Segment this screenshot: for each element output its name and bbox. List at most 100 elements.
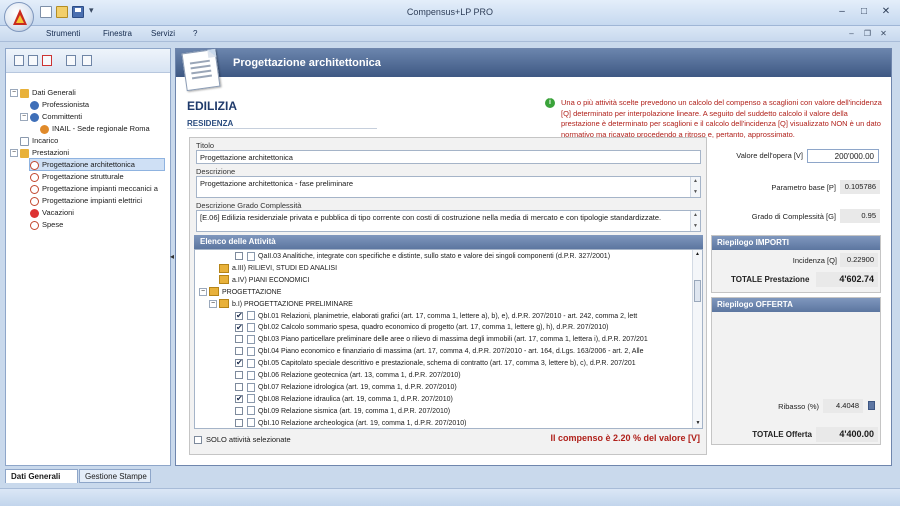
tree-expander-icon[interactable]: − [10, 149, 18, 158]
folder-icon [209, 287, 219, 297]
edit-node-icon[interactable] [28, 55, 38, 66]
window-title: Compensus+LP PRO [406, 7, 494, 17]
activity-row[interactable]: − b.I) PROGETTAZIONE PRELIMINARE [209, 299, 353, 311]
importi-header: Riepilogo IMPORTI [712, 236, 880, 250]
grado-field[interactable]: [E.06] Edilizia residenziale privata e p… [196, 210, 701, 232]
tree-item[interactable]: − Prestazioni [10, 147, 69, 158]
activity-row[interactable]: − PROGETTAZIONE [199, 287, 281, 299]
document-icon [247, 370, 255, 380]
tree-expander-icon[interactable]: − [20, 113, 28, 122]
activity-row[interactable]: QbI.01 Relazioni, planimetrie, elaborati… [235, 310, 637, 323]
activity-label: QbI.07 Relazione idrologica (art. 19, co… [258, 383, 457, 391]
titolo-field[interactable]: Progettazione architettonica [196, 150, 701, 164]
minimize-button[interactable]: – [834, 5, 850, 19]
collapse-all-icon[interactable] [82, 55, 92, 66]
activity-row[interactable]: QbI.09 Relazione sismica (art. 19, comma… [235, 406, 450, 418]
tree-item[interactable]: Progettazione impianti meccanici a [30, 183, 158, 194]
app-menu-button[interactable] [4, 2, 34, 32]
activity-row[interactable]: QbI.02 Calcolo sommario spesa, quadro ec… [235, 322, 608, 334]
tree-item[interactable]: INAIL - Sede regionale Roma [40, 123, 150, 134]
descrizione-label: Descrizione [196, 167, 236, 176]
grado-scrollbar[interactable]: ▲ ▼ [690, 211, 700, 231]
delete-node-icon[interactable] [42, 55, 52, 66]
tree-item[interactable]: Progettazione strutturale [30, 171, 124, 182]
activity-checkbox[interactable] [235, 371, 243, 380]
expand-all-icon[interactable] [66, 55, 76, 66]
totale-offerta-value: 4'400.00 [816, 427, 878, 442]
tree-item[interactable]: Incarico [20, 135, 58, 146]
tree-item-label: Progettazione architettonica [42, 160, 135, 169]
solo-selected-checkbox[interactable] [194, 436, 202, 445]
descrizione-field[interactable]: Progettazione architettonica - fase prel… [196, 176, 701, 198]
menu-help[interactable]: ? [193, 29, 197, 38]
menu-servizi[interactable]: Servizi [151, 29, 175, 38]
activity-row[interactable]: QbI.08 Relazione idraulica (art. 19, com… [235, 393, 453, 406]
navigation-panel: − Dati Generali Professionista − Committenti… [5, 48, 171, 466]
activity-checkbox[interactable] [235, 347, 243, 356]
maximize-button[interactable]: □ [856, 5, 872, 19]
tree-item[interactable]: Spese [30, 219, 63, 230]
activity-row[interactable]: QbI.05 Capitolato speciale descrittivo e… [235, 357, 636, 370]
activity-label: QbI.05 Capitolato speciale descrittivo e… [258, 360, 636, 368]
activity-checkbox[interactable] [235, 322, 243, 334]
scrollbar-thumb[interactable] [694, 280, 701, 302]
activities-scrollbar[interactable]: ▲ ▼ [692, 250, 702, 428]
mdi-restore-icon[interactable]: ❐ [862, 28, 873, 39]
activity-row[interactable]: QaII.03 Analitiche, integrate con specif… [235, 251, 610, 263]
activity-checkbox[interactable] [235, 335, 243, 344]
activity-row[interactable]: a.IV) PIANI ECONOMICI [219, 275, 309, 287]
activity-checkbox[interactable] [235, 310, 243, 322]
activity-row[interactable]: QbI.10 Relazione archeologica (art. 19, … [235, 418, 466, 428]
tree-item-label: Spese [42, 220, 64, 229]
activity-checkbox[interactable] [235, 383, 243, 392]
grado-label: Descrizione Grado Complessità [196, 201, 302, 210]
menu-strumenti[interactable]: Strumenti [46, 29, 80, 38]
tab-gestione-stampe[interactable]: Gestione Stampe [79, 469, 151, 483]
tree-item[interactable]: Progettazione architettonica [29, 158, 165, 171]
activity-checkbox[interactable] [235, 357, 243, 369]
activity-label: b.I) PROGETTAZIONE PRELIMINARE [232, 300, 353, 308]
calculator-icon[interactable] [868, 401, 875, 410]
activity-label: QbI.09 Relazione sismica (art. 19, comma… [258, 407, 451, 415]
menu-finestra[interactable]: Finestra [103, 29, 132, 38]
activity-checkbox[interactable] [235, 406, 243, 415]
tree-item-label: Prestazioni [32, 148, 70, 157]
activity-label: a.IV) PIANI ECONOMICI [232, 276, 310, 284]
close-button[interactable]: ✕ [878, 5, 894, 19]
activity-row[interactable]: QbI.03 Piano particellare preliminare de… [235, 334, 648, 346]
importi-panel: Riepilogo IMPORTI Incidenza [Q] 0.22900 … [711, 235, 881, 293]
tree-item[interactable]: Progettazione impianti elettrici [30, 195, 142, 206]
document-icon [247, 358, 255, 368]
activity-row[interactable]: a.III) RILIEVI, STUDI ED ANALISI [219, 263, 337, 275]
info-message: Una o più attività scelte prevedono un c… [561, 98, 882, 139]
activity-row[interactable]: QbI.04 Piano economico e finanziario di … [235, 346, 643, 358]
tree-expander-icon[interactable]: − [199, 287, 207, 296]
tree-item[interactable]: − Committenti [20, 111, 82, 122]
mdi-minimize-icon[interactable]: – [846, 28, 857, 39]
descrizione-scrollbar[interactable]: ▲ ▼ [690, 177, 700, 197]
tree-item[interactable]: Professionista [30, 99, 89, 110]
tree-expander-icon[interactable]: − [10, 89, 18, 98]
tree-toolbar [6, 49, 170, 73]
activity-checkbox[interactable] [235, 418, 243, 427]
activity-label: QbI.02 Calcolo sommario spesa, quadro ec… [258, 324, 609, 332]
activity-row[interactable]: QbI.06 Relazione geotecnica (art. 13, co… [235, 370, 461, 382]
activity-form: Titolo Progettazione architettonica Desc… [189, 137, 707, 455]
tree-item-label: Dati Generali [32, 88, 76, 97]
activity-checkbox[interactable] [235, 393, 243, 405]
tree-item[interactable]: Vacazioni [30, 207, 74, 218]
mdi-close-icon[interactable]: ✕ [878, 28, 889, 39]
activity-checkbox[interactable] [235, 252, 243, 261]
collapse-panel-icon[interactable]: ◂ [170, 252, 174, 261]
tree-item[interactable]: − Dati Generali [10, 87, 76, 98]
add-node-icon[interactable] [14, 55, 24, 66]
circle-icon [30, 196, 39, 206]
tree-expander-icon[interactable]: − [209, 299, 217, 308]
ribasso-value[interactable]: 4.4048 [823, 399, 863, 413]
valore-input[interactable]: 200'000.00 [807, 149, 879, 163]
panel-header: Progettazione architettonica [176, 49, 891, 77]
activity-row[interactable]: QbI.07 Relazione idrologica (art. 19, co… [235, 382, 457, 394]
solo-selected-toggle[interactable]: SOLO attività selezionate [194, 435, 291, 445]
offerta-panel: Riepilogo OFFERTA Ribasso (%) 4.4048 TOT… [711, 297, 881, 445]
tab-dati-generali[interactable]: Dati Generali [5, 469, 78, 483]
